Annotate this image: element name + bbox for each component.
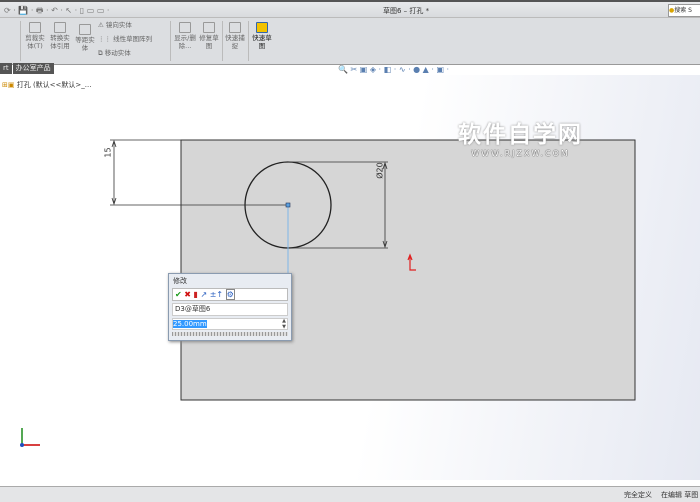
circle-center-point[interactable]	[285, 202, 291, 208]
rebuild-icon[interactable]: ▮	[194, 290, 198, 299]
watermark-url: WWW.RJZXW.COM	[471, 149, 570, 158]
watermark: 软件自学网 WWW.RJZXW.COM	[458, 115, 583, 158]
watermark-title: 软件自学网	[458, 122, 583, 148]
status-definition: 完全定义	[624, 491, 652, 499]
value-input[interactable]: 25.00mm ▲ ▼	[172, 318, 288, 330]
mark-drive-icon[interactable]: ±↑	[210, 290, 223, 299]
dialog-title: 修改	[173, 277, 187, 285]
status-bar: 完全定义 在编辑 草图	[0, 486, 700, 502]
dimension-diameter-label[interactable]: Ø20	[376, 162, 385, 178]
link-value-icon[interactable]: ⚙	[225, 289, 235, 300]
ok-icon[interactable]: ✔	[175, 290, 182, 299]
cancel-icon[interactable]: ✖	[184, 290, 191, 299]
dimension-name-field: D3@草图6	[172, 303, 288, 316]
status-mode: 在编辑 草图	[661, 491, 699, 499]
spin-buttons[interactable]: ▲ ▼	[282, 318, 286, 330]
z-axis	[20, 443, 24, 447]
dimension-15-label[interactable]: 15	[104, 147, 113, 157]
sketch-rectangle[interactable]	[180, 139, 636, 401]
thumbwheel[interactable]	[172, 332, 288, 336]
value-text: 25.00mm	[173, 320, 207, 328]
sketch-canvas	[20, 139, 636, 447]
reset-icon[interactable]: ↗	[200, 290, 207, 299]
modify-dialog: 修改 ✔ ✖ ▮ ↗ ±↑ ⚙ D3@草图6 25.00mm ▲ ▼	[168, 273, 292, 341]
